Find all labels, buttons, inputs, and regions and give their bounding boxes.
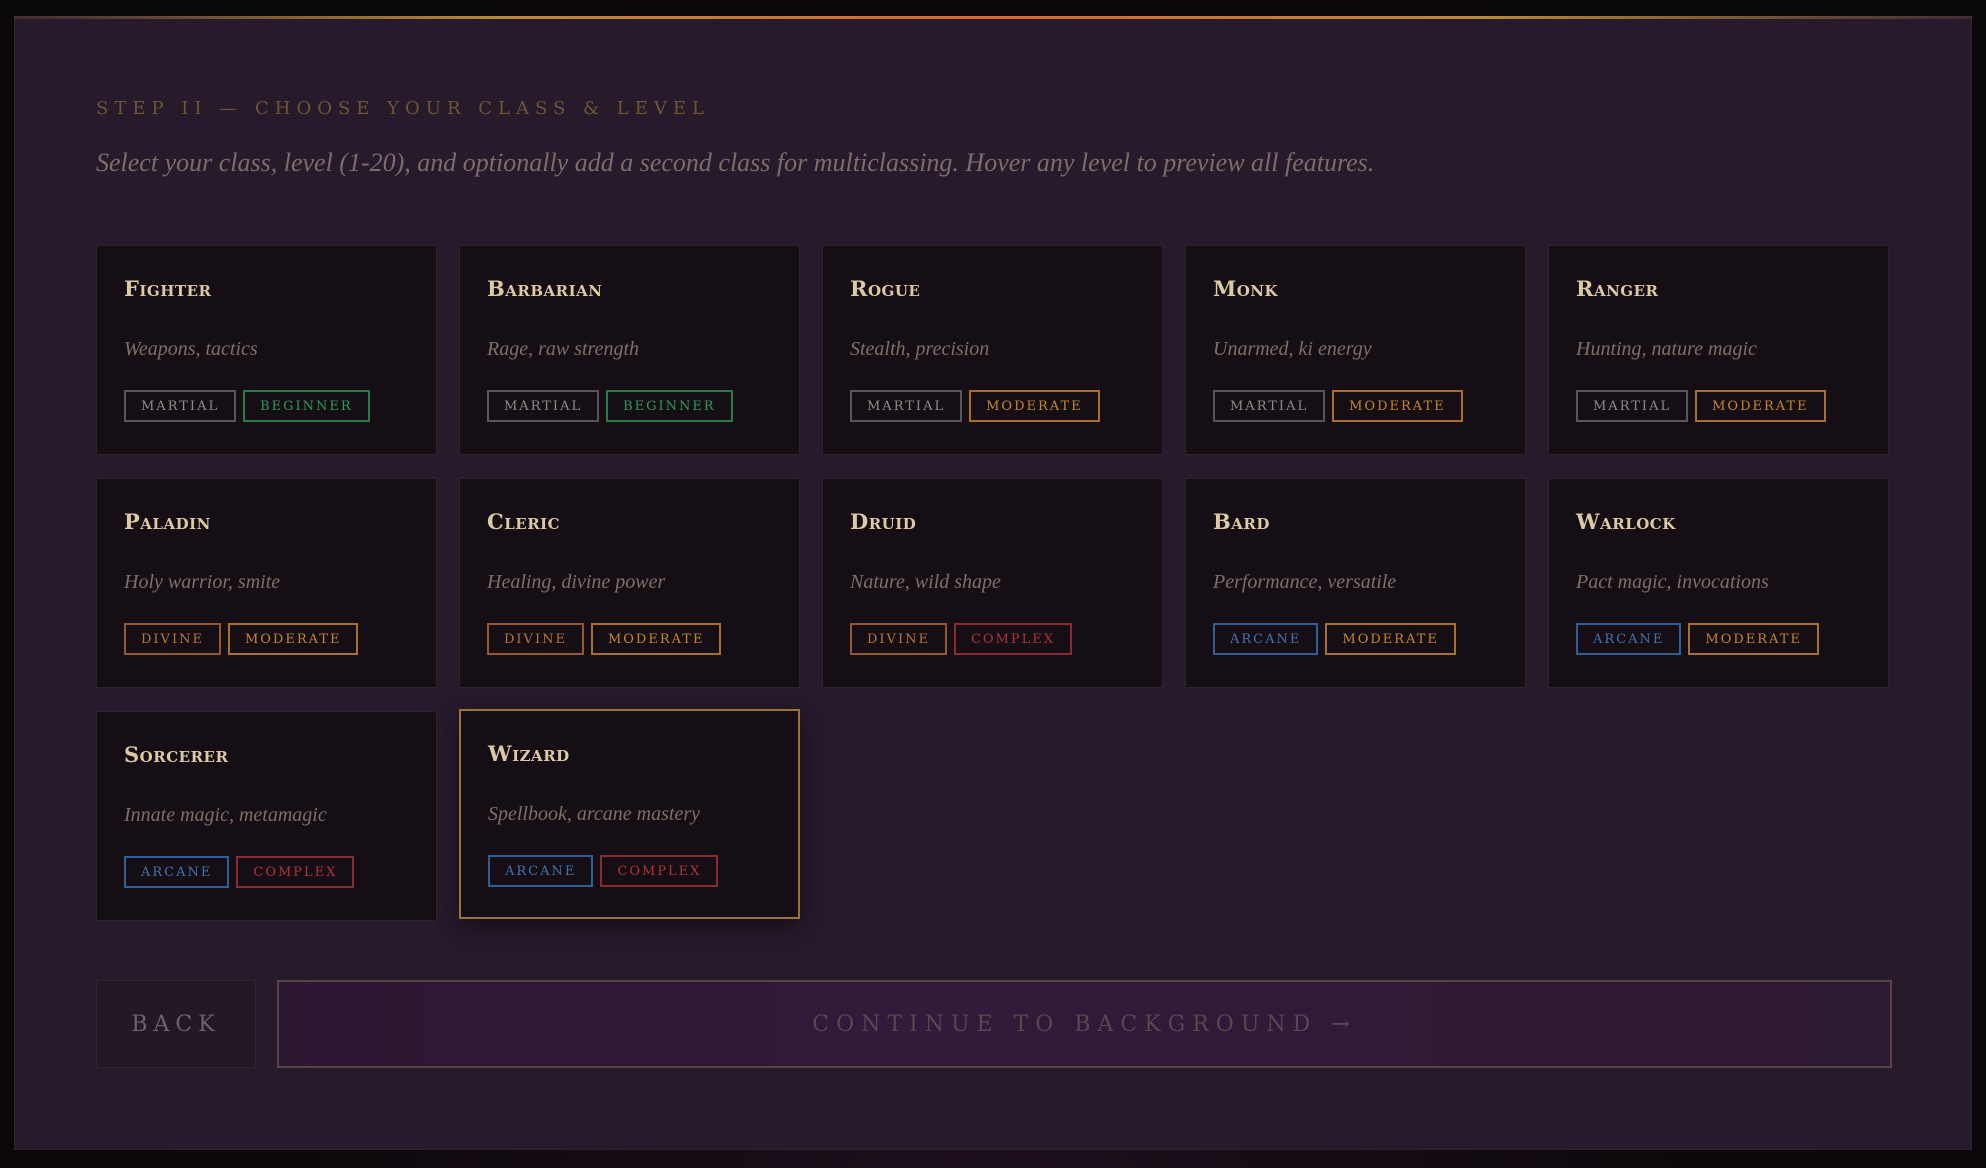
class-tags: MARTIAL BEGINNER xyxy=(487,390,733,422)
class-tags: ARCANE MODERATE xyxy=(1213,623,1456,655)
class-tags: ARCANE MODERATE xyxy=(1576,623,1819,655)
class-tags: DIVINE MODERATE xyxy=(487,623,722,655)
tag-martial: MARTIAL xyxy=(124,390,237,422)
tag-arcane: ARCANE xyxy=(488,855,594,887)
tag-martial: MARTIAL xyxy=(487,390,600,422)
tag-complex: COMPLEX xyxy=(236,856,355,888)
tag-moderate: MODERATE xyxy=(590,623,722,655)
class-description: Nature, wild shape xyxy=(850,571,1001,593)
class-description: Rage, raw strength xyxy=(487,338,640,360)
class-card-bard[interactable]: Bard Performance, versatile ARCANE MODERATE xyxy=(1185,478,1526,688)
tag-divine: DIVINE xyxy=(850,623,947,655)
class-name: Barbarian xyxy=(487,276,603,301)
class-description: Spellbook, arcane mastery xyxy=(488,803,700,825)
class-name: Wizard xyxy=(488,741,570,766)
class-description: Pact magic, invocations xyxy=(1576,571,1769,593)
class-description: Performance, versatile xyxy=(1213,571,1397,593)
class-name: Bard xyxy=(1213,509,1270,534)
class-description: Innate magic, metamagic xyxy=(124,804,327,826)
tag-divine: DIVINE xyxy=(487,623,584,655)
back-button[interactable]: BACK xyxy=(96,980,256,1068)
tag-complex: COMPLEX xyxy=(953,623,1072,655)
tag-moderate: MODERATE xyxy=(1325,623,1456,655)
class-tags: MARTIAL MODERATE xyxy=(1576,390,1826,422)
class-name: Druid xyxy=(850,509,917,534)
class-tags: DIVINE COMPLEX xyxy=(850,623,1072,655)
class-tags: MARTIAL BEGINNER xyxy=(124,390,370,422)
tag-arcane: ARCANE xyxy=(1213,623,1319,655)
tag-martial: MARTIAL xyxy=(850,390,963,422)
step-heading: STEP II — CHOOSE YOUR CLASS & LEVEL xyxy=(96,98,710,119)
class-description: Healing, divine power xyxy=(487,571,666,593)
class-card-wizard[interactable]: Wizard Spellbook, arcane mastery ARCANE COM… xyxy=(459,709,800,919)
class-card-barbarian[interactable]: Barbarian Rage, raw strength MARTIAL BEGINN… xyxy=(459,245,800,455)
class-name: Fighter xyxy=(124,276,212,301)
class-card-warlock[interactable]: Warlock Pact magic, invocations ARCANE MODE… xyxy=(1548,478,1889,688)
class-card-paladin[interactable]: Paladin Holy warrior, smite DIVINE MODERATE xyxy=(96,478,437,688)
class-name: Warlock xyxy=(1576,509,1676,534)
class-description: Stealth, precision xyxy=(850,338,990,360)
tag-moderate: MODERATE xyxy=(1688,623,1819,655)
class-description: Weapons, tactics xyxy=(124,338,258,360)
class-name: Ranger xyxy=(1576,276,1659,301)
tag-beginner: BEGINNER xyxy=(606,390,733,422)
tag-arcane: ARCANE xyxy=(124,856,230,888)
class-description: Hunting, nature magic xyxy=(1576,338,1757,360)
class-card-cleric[interactable]: Cleric Healing, divine power DIVINE MODERAT… xyxy=(459,478,800,688)
class-card-ranger[interactable]: Ranger Hunting, nature magic MARTIAL MODERA… xyxy=(1548,245,1889,455)
top-accent-line xyxy=(14,16,1972,19)
class-card-druid[interactable]: Druid Nature, wild shape DIVINE COMPLEX xyxy=(822,478,1163,688)
class-card-rogue[interactable]: Rogue Stealth, precision MARTIAL MODERATE xyxy=(822,245,1163,455)
tag-moderate: MODERATE xyxy=(969,390,1100,422)
class-name: Sorcerer xyxy=(124,742,229,767)
class-tags: MARTIAL MODERATE xyxy=(850,390,1100,422)
tag-martial: MARTIAL xyxy=(1576,390,1689,422)
class-name: Rogue xyxy=(850,276,921,301)
class-card-fighter[interactable]: Fighter Weapons, tactics MARTIAL BEGINNER xyxy=(96,245,437,455)
tag-martial: MARTIAL xyxy=(1213,390,1326,422)
class-name: Paladin xyxy=(124,509,211,534)
class-description: Holy warrior, smite xyxy=(124,571,281,593)
step-description: Select your class, level (1-20), and opt… xyxy=(96,148,1375,177)
class-tags: DIVINE MODERATE xyxy=(124,623,359,655)
continue-to-background-button[interactable]: CONTINUE TO BACKGROUND → xyxy=(277,980,1892,1068)
class-tags: MARTIAL MODERATE xyxy=(1213,390,1463,422)
tag-moderate: MODERATE xyxy=(1332,390,1463,422)
tag-moderate: MODERATE xyxy=(227,623,359,655)
tag-arcane: ARCANE xyxy=(1576,623,1682,655)
class-name: Monk xyxy=(1213,276,1279,301)
class-card-sorcerer[interactable]: Sorcerer Innate magic, metamagic ARCANE COM… xyxy=(96,711,437,921)
tag-divine: DIVINE xyxy=(124,623,221,655)
tag-moderate: MODERATE xyxy=(1695,390,1826,422)
tag-beginner: BEGINNER xyxy=(243,390,370,422)
class-name: Cleric xyxy=(487,509,561,534)
class-description: Unarmed, ki energy xyxy=(1213,338,1372,360)
class-card-monk[interactable]: Monk Unarmed, ki energy MARTIAL MODERATE xyxy=(1185,245,1526,455)
tag-complex: COMPLEX xyxy=(600,855,719,887)
class-tags: ARCANE COMPLEX xyxy=(124,856,355,888)
class-tags: ARCANE COMPLEX xyxy=(488,855,719,887)
